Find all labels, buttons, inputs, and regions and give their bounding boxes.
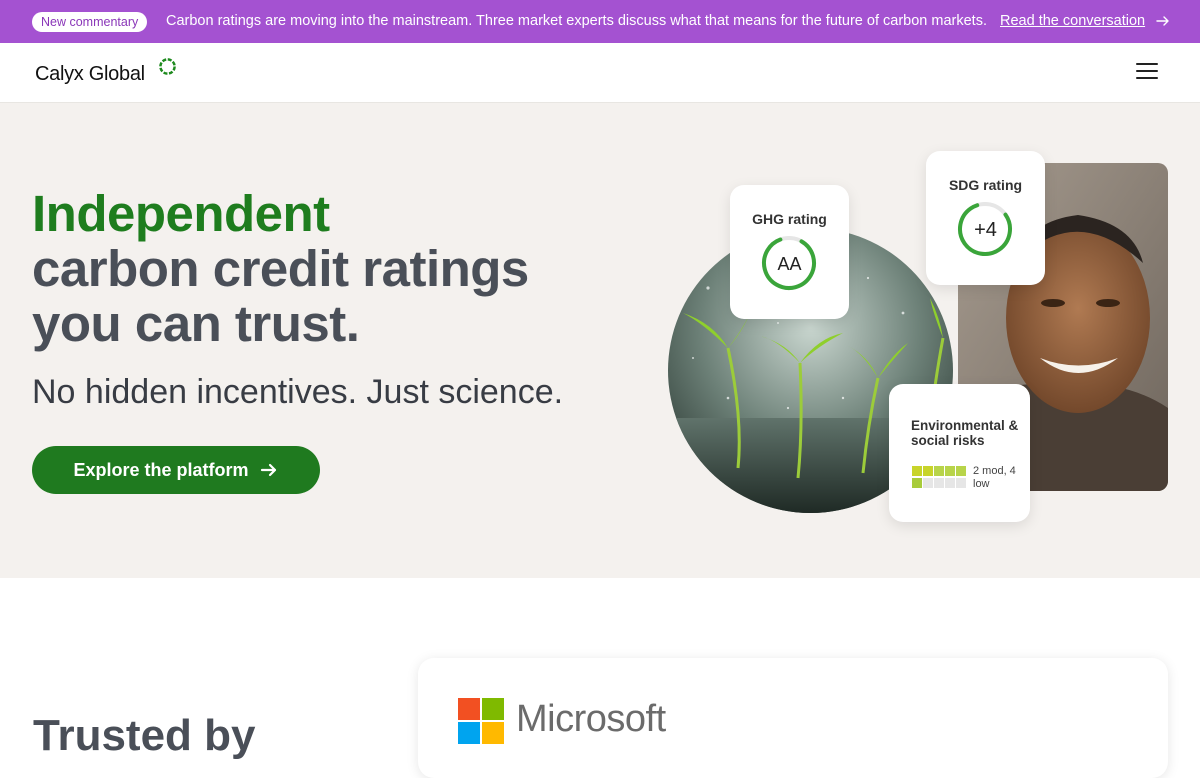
- env-risks-title: Environmental & social risks: [911, 418, 1019, 448]
- arrow-right-icon[interactable]: [1155, 13, 1171, 29]
- read-conversation-link[interactable]: Read the conversation: [1000, 13, 1145, 29]
- trusted-by-section: Trusted by Microsoft: [0, 578, 1200, 778]
- environmental-social-risks-card: Environmental & social risks 2 mod, 4 lo…: [889, 384, 1030, 522]
- ghg-rating-card: GHG rating AA: [730, 185, 849, 319]
- announcement-bar: New commentary Carbon ratings are moving…: [0, 0, 1200, 43]
- hero-subheadline: No hidden incentives. Just science.: [32, 373, 564, 411]
- sdg-rating-card: SDG rating +4: [926, 151, 1045, 285]
- headline-line-3: you can trust.: [32, 295, 360, 352]
- arrow-right-icon: [260, 463, 276, 477]
- explore-platform-button[interactable]: Explore the platform: [32, 446, 320, 494]
- hero-headline: Independent carbon credit ratings you ca…: [32, 186, 529, 351]
- hamburger-menu-icon[interactable]: [1136, 63, 1158, 83]
- sdg-rating-title: SDG rating: [948, 177, 1023, 193]
- new-commentary-badge: New commentary: [32, 12, 148, 32]
- client-logo-card: Microsoft: [418, 658, 1168, 778]
- ghg-rating-title: GHG rating: [752, 211, 827, 227]
- calyx-global-logo[interactable]: Calyx Global: [35, 63, 145, 86]
- headline-line-2: carbon credit ratings: [32, 240, 529, 297]
- top-navigation: Calyx Global: [0, 43, 1200, 103]
- env-risks-caption: 2 mod, 4 low: [973, 465, 1016, 490]
- logo-ring-icon: [159, 58, 176, 75]
- client-name: Microsoft: [516, 698, 666, 740]
- ghg-rating-value: AA: [777, 254, 802, 274]
- headline-accent: Independent: [32, 185, 330, 242]
- microsoft-logo-icon: [458, 698, 504, 744]
- trusted-by-heading: Trusted by: [33, 711, 256, 760]
- sdg-rating-value: +4: [974, 219, 997, 241]
- hero-section: Independent carbon credit ratings you ca…: [0, 103, 1200, 578]
- cta-label: Explore the platform: [73, 459, 249, 480]
- risk-grid-icon: [912, 466, 968, 490]
- announcement-message: Carbon ratings are moving into the mains…: [166, 13, 987, 29]
